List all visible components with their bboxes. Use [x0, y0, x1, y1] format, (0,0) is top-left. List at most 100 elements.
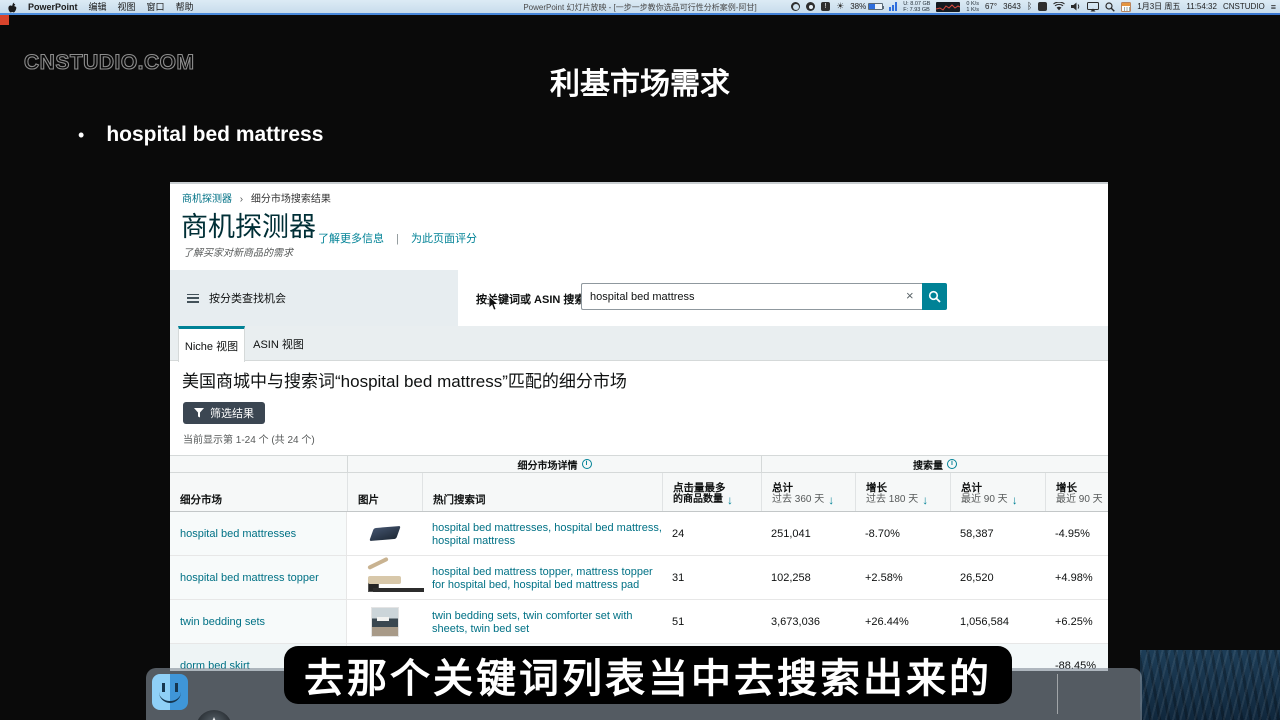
growth180-value: -8.70%: [855, 512, 950, 555]
group-niche-details: 细分市场详情 i: [347, 456, 761, 472]
sort-icon[interactable]: ↓: [922, 494, 928, 506]
volume-icon[interactable]: [1071, 2, 1081, 11]
total90-value: 1,056,584: [950, 600, 1045, 643]
menubar-user[interactable]: CNSTUDIO: [1223, 2, 1265, 11]
table-row: hospital bed mattresses hospital bed mat…: [170, 512, 1108, 556]
airplay-display-icon[interactable]: [1087, 2, 1099, 12]
browse-categories-panel[interactable]: 按分类查找机会: [170, 270, 458, 326]
search-button[interactable]: [922, 283, 947, 310]
total360-value: 251,041: [761, 512, 855, 555]
network-down: 1 K/s: [966, 7, 979, 13]
col-top-clicked-line1: 点击量最多: [673, 482, 757, 494]
battery-percent: 38%: [850, 2, 866, 11]
sort-icon[interactable]: ↓: [727, 494, 733, 506]
moon-icon[interactable]: [791, 2, 800, 11]
col-growth-180: 增长 过去 180 天 ↓: [855, 473, 950, 511]
table-row: hospital bed mattress topper hospital be…: [170, 556, 1108, 600]
col-total-360: 总计 过去 360 天 ↓: [761, 473, 855, 511]
menu-help[interactable]: 帮助: [176, 0, 194, 13]
col-keywords: 热门搜索词: [422, 473, 662, 511]
niche-link[interactable]: hospital bed mattresses: [180, 528, 296, 540]
breadcrumb-separator: ›: [240, 194, 243, 205]
menu-edit[interactable]: 编辑: [89, 0, 107, 13]
fan-readout[interactable]: 3643: [1003, 2, 1021, 11]
search-band: 按分类查找机会 按关键词或 ASIN 搜索 ×: [170, 270, 1108, 326]
menubar-time[interactable]: 11:54:32: [1186, 2, 1217, 11]
apple-icon[interactable]: [8, 2, 17, 11]
product-image[interactable]: [369, 526, 401, 541]
memory-readout[interactable]: U: 8.07 GB F: 7.93 GB: [903, 1, 930, 13]
sort-icon[interactable]: ↓: [828, 494, 834, 506]
launchpad-icon[interactable]: [196, 710, 232, 720]
wifi-icon[interactable]: [1053, 2, 1065, 11]
subtitle-caption: 去那个关键词列表当中去搜索出来的: [284, 646, 1012, 704]
header-links: 了解更多信息 | 为此页面评分: [318, 230, 477, 246]
results-heading: 美国商城中与搜索词“hospital bed mattress”匹配的细分市场: [182, 367, 627, 392]
filter-results-label: 筛选结果: [210, 405, 254, 421]
alert-icon[interactable]: !: [821, 2, 830, 11]
calendar-icon[interactable]: [1121, 2, 1131, 12]
keywords-link[interactable]: hospital bed mattresses, hospital bed ma…: [432, 520, 662, 548]
filter-results-button[interactable]: 筛选结果: [183, 402, 265, 424]
learn-more-link[interactable]: 了解更多信息: [318, 233, 384, 245]
battery-indicator[interactable]: 38%: [850, 2, 883, 11]
bluetooth-icon[interactable]: ᛒ: [1027, 2, 1032, 12]
tab-niche-view[interactable]: Niche 视图: [178, 326, 245, 362]
temperature-readout[interactable]: 67°: [985, 2, 997, 11]
input-source-icon[interactable]: [1038, 2, 1047, 11]
product-image[interactable]: [367, 564, 403, 592]
total90-value: 58,387: [950, 512, 1045, 555]
col-top-clicked: 点击量最多 的商品数量 ↓: [662, 473, 761, 511]
search-input[interactable]: [581, 283, 922, 310]
battery-icon: [868, 3, 883, 10]
finder-icon[interactable]: [152, 674, 188, 710]
group-niche-details-label: 细分市场详情: [518, 457, 578, 472]
eye-icon[interactable]: [806, 2, 815, 11]
info-icon[interactable]: i: [947, 459, 957, 469]
network-readout[interactable]: 0 K/s 1 K/s: [966, 1, 979, 13]
col-niche: 细分市场: [170, 473, 347, 511]
menubar-date[interactable]: 1月3日 周五: [1137, 1, 1180, 12]
clicked-value: 51: [662, 600, 761, 643]
col-growth90-label: 增长: [1056, 482, 1104, 494]
col-top-clicked-line2: 的商品数量: [673, 494, 723, 506]
breadcrumb-root[interactable]: 商机探测器: [182, 194, 232, 205]
clicked-value: 24: [662, 512, 761, 555]
tab-asin-view[interactable]: ASIN 视图: [245, 326, 312, 361]
keywords-link[interactable]: twin bedding sets, twin comforter set wi…: [432, 608, 662, 636]
rate-page-link[interactable]: 为此页面评分: [411, 233, 477, 245]
breadcrumb: 商机探测器 › 细分市场搜索结果: [182, 190, 331, 205]
search-icon: [928, 290, 941, 303]
brightness-icon[interactable]: ☀: [836, 1, 844, 12]
col-total-label: 总计: [772, 482, 851, 494]
menu-view[interactable]: 视图: [118, 0, 136, 13]
niche-link[interactable]: twin bedding sets: [180, 616, 265, 628]
bullet-dot: •: [78, 125, 84, 146]
spotlight-icon[interactable]: [1105, 2, 1115, 12]
cpu-graph-icon[interactable]: [936, 2, 960, 12]
col-keywords-label: 热门搜索词: [433, 494, 658, 506]
col-total-90: 总计 最近 90 天 ↓: [950, 473, 1045, 511]
red-indicator: [0, 15, 9, 25]
memory-bars-icon[interactable]: [889, 2, 897, 11]
sort-icon[interactable]: ↓: [1012, 494, 1018, 506]
product-image-part: [368, 582, 379, 592]
memory-free: F: 7.93 GB: [903, 7, 930, 13]
opportunity-explorer-screenshot: 商机探测器 › 细分市场搜索结果 商机探测器 了解更多信息 | 为此页面评分 了…: [170, 182, 1108, 671]
keywords-link[interactable]: hospital bed mattress topper, mattress t…: [432, 564, 662, 592]
niche-link[interactable]: hospital bed mattress topper: [180, 572, 319, 584]
info-icon[interactable]: i: [582, 459, 592, 469]
total360-value: 102,258: [761, 556, 855, 599]
mouse-cursor: [488, 296, 499, 311]
results-count: 当前显示第 1-24 个 (共 24 个): [183, 431, 315, 446]
table-row: twin bedding sets twin bedding sets, twi…: [170, 600, 1108, 644]
menu-powerpoint[interactable]: PowerPoint: [28, 2, 78, 12]
group-search-volume-label: 搜索量: [913, 457, 943, 472]
clear-search-icon[interactable]: ×: [906, 288, 914, 303]
menu-window[interactable]: 窗口: [147, 0, 165, 13]
product-image[interactable]: [371, 607, 399, 637]
dock-separator: [1057, 674, 1058, 714]
funnel-icon: [194, 408, 204, 418]
tab-band: Niche 视图 ASIN 视图: [170, 326, 1108, 361]
notification-list-icon[interactable]: ≡: [1271, 2, 1276, 12]
